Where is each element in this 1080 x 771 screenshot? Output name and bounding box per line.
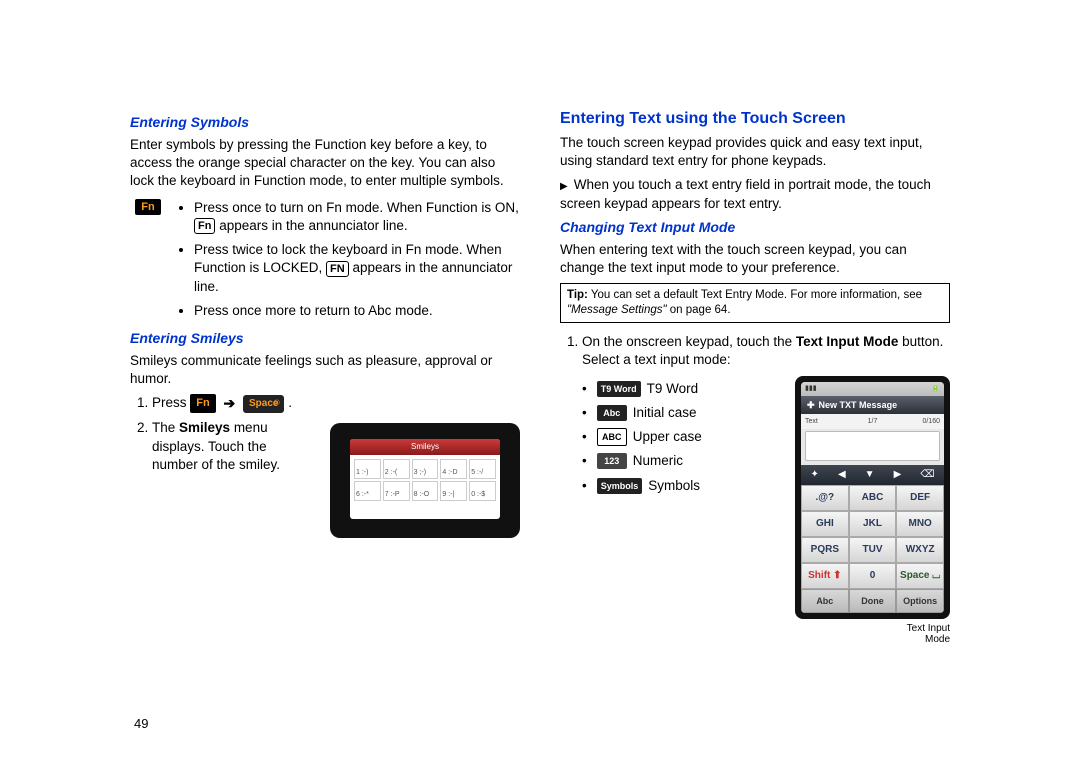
battery-icon: 🔋: [931, 384, 940, 393]
text-entry-field[interactable]: [805, 431, 940, 461]
fn-key-icon: Fn: [190, 394, 215, 413]
key-9[interactable]: WXYZ: [896, 537, 944, 563]
left-column: Entering Symbols Enter symbols by pressi…: [130, 110, 520, 651]
key-shift[interactable]: Shift ⬆: [801, 563, 849, 589]
changing-input-mode-heading: Changing Text Input Mode: [560, 219, 950, 235]
key-7[interactable]: PQRS: [801, 537, 849, 563]
key-1[interactable]: .@?: [801, 485, 849, 511]
touch-p1: The touch screen keypad provides quick a…: [560, 134, 950, 170]
smiley-step-2: The Smileys menu displays. Touch the num…: [152, 419, 520, 538]
nav-row: ✦ ◀ ▼ ▶ ⌫: [801, 465, 944, 485]
softkey-options[interactable]: Options: [896, 589, 944, 613]
add-icon[interactable]: ✦: [811, 468, 819, 482]
keypad-screenshot: ▮▮▮ 🔋 ✚ New TXT Message Text 1/7: [795, 376, 950, 645]
mode-symbols: Symbols Symbols: [582, 477, 783, 495]
backspace-icon[interactable]: ⌫: [920, 468, 934, 482]
signal-icon: ▮▮▮: [805, 384, 817, 393]
smiley-step-1: Press Fn ➔ Space .: [152, 394, 520, 413]
key-2[interactable]: ABC: [849, 485, 897, 511]
key-0[interactable]: 0: [849, 563, 897, 589]
fn-instructions: Fn Press once to turn on Fn mode. When F…: [130, 197, 520, 326]
message-title: ✚ New TXT Message: [801, 396, 944, 414]
fn-bullet-1: Press once to turn on Fn mode. When Func…: [194, 199, 520, 235]
screenshot-title: Smileys: [350, 439, 500, 455]
down-arrow-icon[interactable]: ▼: [865, 468, 875, 482]
fn-bullet-3: Press once more to return to Abc mode.: [194, 302, 520, 320]
entering-symbols-heading: Entering Symbols: [130, 114, 520, 130]
touch-p2: ▶When you touch a text entry field in po…: [560, 176, 950, 212]
smileys-screenshot: Smileys 1 :-) 2 :-( 3 ;-) 4 :-D 5 :-/ 6 …: [330, 423, 520, 538]
page-number: 49: [134, 716, 148, 731]
fn-bullet-2: Press twice to lock the keyboard in Fn m…: [194, 241, 520, 296]
mode-numeric: 123 Numeric: [582, 452, 783, 470]
abc-badge-icon: Abc: [597, 405, 627, 421]
touch-screen-heading: Entering Text using the Touch Screen: [560, 110, 950, 128]
triangle-bullet-icon: ▶: [560, 181, 568, 192]
softkey-done[interactable]: Done: [849, 589, 897, 613]
abc-upper-badge-icon: ABC: [597, 428, 627, 446]
manual-page: Entering Symbols Enter symbols by pressi…: [0, 0, 1080, 691]
key-5[interactable]: JKL: [849, 511, 897, 537]
left-arrow-icon[interactable]: ◀: [838, 468, 846, 482]
key-8[interactable]: TUV: [849, 537, 897, 563]
arrow-right-icon: ➔: [223, 395, 235, 411]
input-mode-step-1: On the onscreen keypad, touch the Text I…: [582, 333, 950, 645]
plus-icon: ✚: [807, 399, 815, 411]
softkey-abc[interactable]: Abc: [801, 589, 849, 613]
smileys-intro: Smileys communicate feelings such as ple…: [130, 352, 520, 388]
key-6[interactable]: MNO: [896, 511, 944, 537]
t9word-badge-icon: T9 Word: [597, 381, 641, 397]
right-column: Entering Text using the Touch Screen The…: [560, 110, 950, 651]
right-arrow-icon[interactable]: ▶: [894, 468, 902, 482]
numeric-badge-icon: 123: [597, 453, 627, 469]
screenshot-caption: Text Input Mode: [795, 623, 950, 645]
status-bar: ▮▮▮ 🔋: [801, 382, 944, 396]
mode-t9: T9 Word T9 Word: [582, 380, 783, 398]
smiley-grid: 1 :-) 2 :-( 3 ;-) 4 :-D 5 :-/ 6 :-* 7 :-…: [350, 455, 500, 505]
tip-box: Tip: You can set a default Text Entry Mo…: [560, 283, 950, 323]
fn-indicator-icon: Fn: [194, 218, 215, 234]
key-4[interactable]: GHI: [801, 511, 849, 537]
key-space[interactable]: Space ⌴: [896, 563, 944, 589]
key-3[interactable]: DEF: [896, 485, 944, 511]
changing-p1: When entering text with the touch screen…: [560, 241, 950, 277]
mode-upper: ABC Upper case: [582, 428, 783, 446]
space-key-icon: Space: [243, 395, 284, 413]
fn-key-icon: Fn: [135, 199, 160, 215]
symbols-intro: Enter symbols by pressing the Function k…: [130, 136, 520, 191]
symbols-badge-icon: Symbols: [597, 478, 643, 494]
fn-lock-indicator-icon: FN: [326, 261, 349, 277]
entering-smileys-heading: Entering Smileys: [130, 330, 520, 346]
mode-abc: Abc Initial case: [582, 404, 783, 422]
